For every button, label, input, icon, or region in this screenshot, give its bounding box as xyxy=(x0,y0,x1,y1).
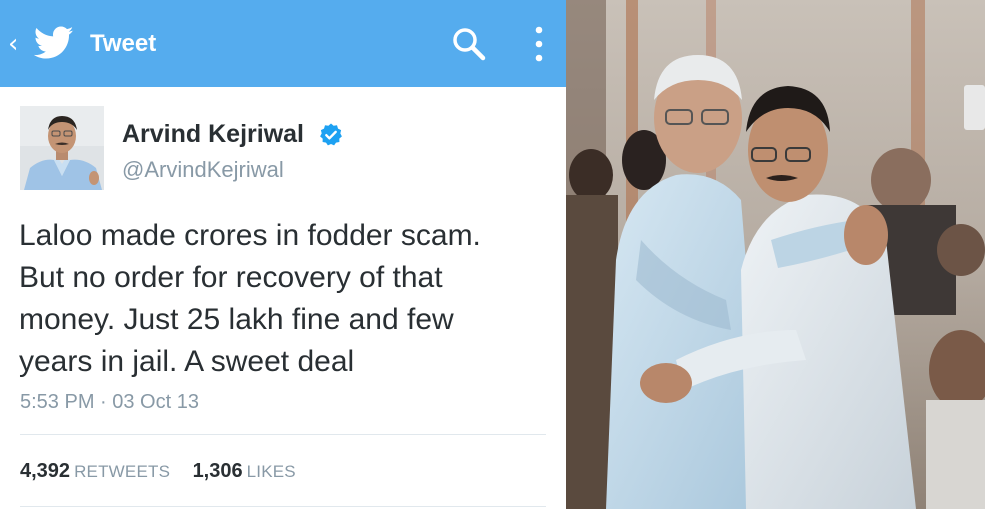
tweet-text-line: Laloo made crores in fodder scam. xyxy=(19,219,481,252)
author-name[interactable]: Arvind Kejriwal xyxy=(122,117,304,151)
tweet-text-line: years in jail. A sweet deal xyxy=(19,345,355,378)
avatar[interactable] xyxy=(20,106,104,190)
divider xyxy=(20,506,546,507)
tweet-text-line: But no order for recovery of that xyxy=(19,261,443,294)
app-title: Tweet xyxy=(90,30,157,57)
tweet-stats: 4,392 RETWEETS 1,306 LIKES xyxy=(20,455,314,487)
tweet-card: Arvind Kejriwal @ArvindKejriwal Laloo ma… xyxy=(0,87,566,509)
tweet-screenshot: ‹ Tweet Arvind Kejriwal @ArvindKejriwal … xyxy=(0,0,566,509)
likes-stat[interactable]: 1,306 LIKES xyxy=(193,455,296,489)
likes-count: 1,306 xyxy=(192,460,243,482)
app-bar: ‹ Tweet xyxy=(0,0,566,87)
retweets-stat[interactable]: 4,392 RETWEETS xyxy=(20,455,170,489)
photo-illustration xyxy=(566,0,985,509)
more-vert-icon[interactable] xyxy=(525,24,553,64)
author-handle[interactable]: @ArvindKejriwal xyxy=(122,155,284,185)
tweet-text-line: money. Just 25 lakh fine and few xyxy=(19,303,454,336)
embrace-photo xyxy=(566,0,985,509)
likes-label: LIKES xyxy=(246,462,296,481)
verified-badge-icon xyxy=(320,123,342,146)
search-icon[interactable] xyxy=(449,25,489,63)
tweet-text: Laloo made crores in fodder scam. But no… xyxy=(19,215,559,383)
divider xyxy=(20,434,546,435)
retweets-label: RETWEETS xyxy=(74,462,171,481)
twitter-bird-icon[interactable] xyxy=(34,26,74,60)
retweets-count: 4,392 xyxy=(20,460,71,482)
back-icon[interactable]: ‹ xyxy=(8,28,24,60)
tweet-timestamp: 5:53 PM · 03 Oct 13 xyxy=(20,391,199,413)
